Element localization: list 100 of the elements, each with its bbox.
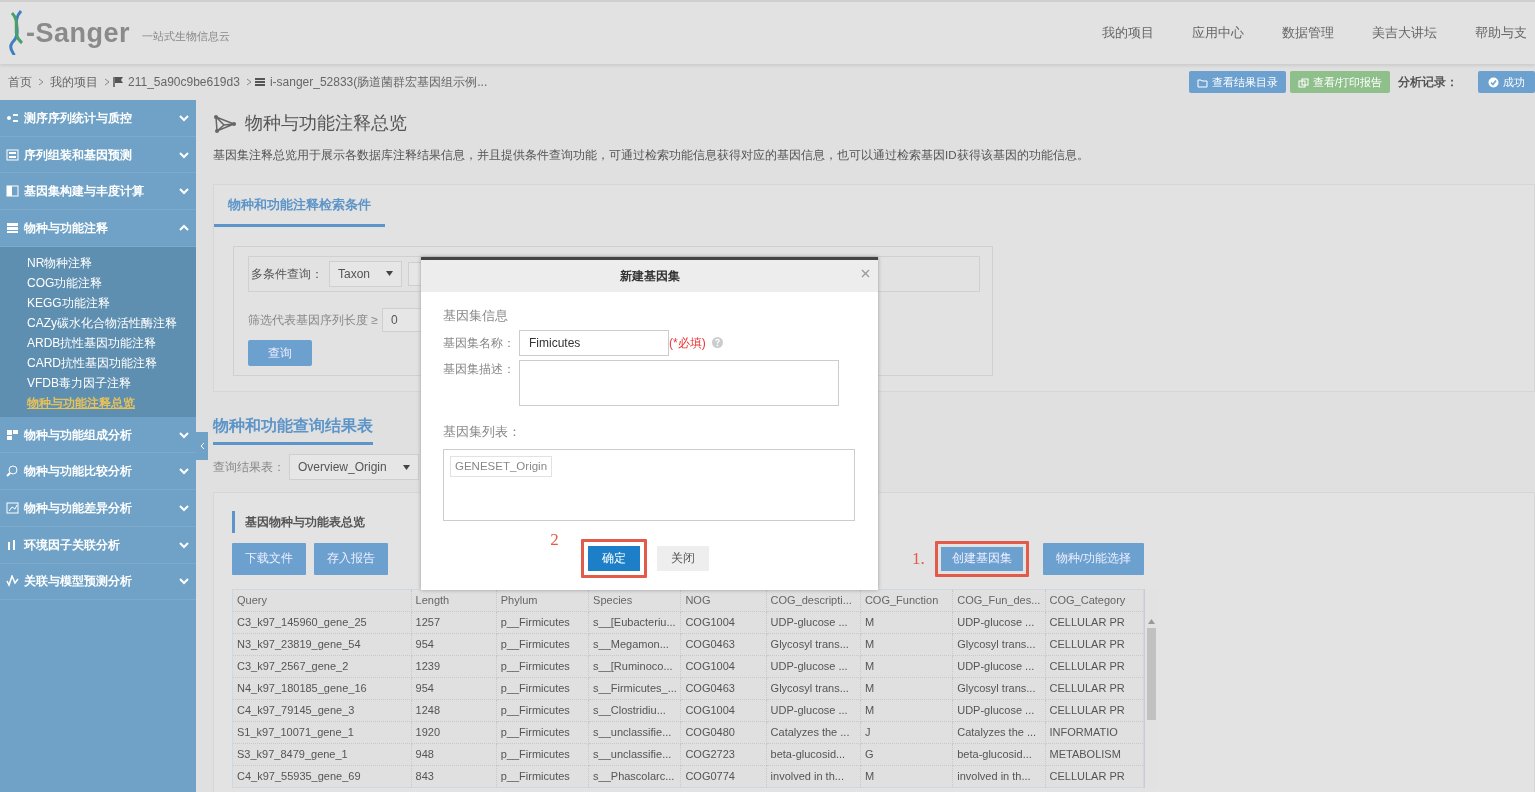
step-number: 1. [912,548,925,571]
menu-section-icon [6,575,19,588]
scroll-up-icon [1148,618,1155,624]
table-cell: s__[Eubacteriu... [588,611,681,633]
nav-link[interactable]: 应用中心 [1192,23,1244,43]
table-action-button[interactable]: 下载文件 [232,543,306,575]
table-action-button[interactable]: 存入报告 [314,543,388,575]
confirm-button[interactable]: 确定 [580,539,647,579]
table-cell: UDP-glucose ... [952,699,1046,721]
chevron-down-icon [178,576,190,587]
sidebar-item[interactable]: 物种与功能比较分析 [0,453,196,491]
table-cell: p__Firmicutes [496,699,589,721]
table-cell: 1257 [411,611,497,633]
table-cell: p__Firmicutes [496,611,589,633]
table-cell: Glycosyl trans... [952,677,1046,699]
sidebar-subitem[interactable]: COG功能注释 [0,272,196,293]
breadcrumb-link[interactable]: 我的项目 [50,73,98,91]
table-cell: UDP-glucose ... [952,611,1046,633]
sidebar-item[interactable]: 物种与功能注释 [0,210,196,247]
gene-set-tag[interactable]: GENESET_Origin [450,456,553,478]
gene-set-list[interactable]: GENESET_Origin [443,449,855,521]
table-cell: s__Megamon... [588,633,681,655]
table-cell: Catalyzes the ... [952,721,1046,743]
collapse-handle[interactable] [196,432,208,460]
table-cell: UDP-glucose ... [766,611,861,633]
table-cell: 954 [411,677,497,699]
table-cell: M [860,699,953,721]
table-action-button[interactable]: 创建基因集 [934,541,1029,577]
table-cell: COG0480 [680,721,767,743]
table-cell: C3_k97_145960_gene_25 [232,611,412,633]
table-cell: M [860,677,953,699]
breadcrumb-link[interactable]: i-sanger_52833(肠道菌群宏基因组示例... [269,73,488,91]
menu-section-icon [6,221,19,234]
search-tab[interactable]: 物种和功能注释检索条件 [214,185,385,227]
sidebar-item[interactable]: 环境因子关联分析 [0,526,196,564]
chevron-down-icon [178,429,190,440]
sidebar-item[interactable]: 物种与功能组成分析 [0,416,196,454]
sidebar-item[interactable]: 物种与功能差异分析 [0,490,196,527]
copy-icon [1297,77,1309,88]
sidebar-subitem[interactable]: NR物种注释 [0,252,196,273]
nav-link[interactable]: 帮助与支 [1475,23,1527,43]
taxon-select[interactable]: Taxon [329,260,403,287]
table-cell: s__Firmicutes_... [588,677,681,699]
sidebar-item[interactable]: 测序序列统计与质控 [0,100,196,137]
chevron-down-icon [178,149,190,160]
nav-link[interactable]: 数据管理 [1282,23,1334,43]
table-cell: UDP-glucose ... [952,655,1046,677]
table-cell: COG0463 [680,677,767,699]
table-cell: Glycosyl trans... [952,633,1046,655]
chevron-icon [102,77,112,87]
chevron-down-icon [178,502,190,513]
table-cell: p__Firmicutes [496,743,589,765]
sidebar-item[interactable]: 关联与模型预测分析 [0,563,196,601]
chevron-up-icon [178,222,190,233]
helix-logo-icon [8,9,26,57]
results-folder-button[interactable]: 查看结果目录 [1188,70,1286,94]
sidebar-subitem[interactable]: VFDB毒力因子注释 [0,372,196,393]
sidebar-subitem[interactable]: 物种与功能注释总览 [0,392,196,413]
chevron-down-icon [178,112,190,123]
column-header[interactable]: COG_Fun_des... [952,589,1046,611]
menu-section-icon [6,148,19,161]
sidebar-item[interactable]: 基因集构建与丰度计算 [0,173,196,211]
table-cell: 1920 [411,721,497,743]
name-input[interactable]: Fimicutes [519,329,669,356]
multi-query-label: 多条件查询： [251,265,323,283]
results-select-label: 查询结果表： [213,459,285,477]
table-action-button[interactable]: 物种/功能选择 [1042,543,1144,575]
results-select[interactable]: Overview_Origin [289,454,419,481]
table-cell: COG1004 [680,655,767,677]
nav-link[interactable]: 美吉大讲坛 [1372,23,1437,43]
table-cell: p__Firmicutes [496,721,589,743]
table-cell: p__Firmicutes [496,655,589,677]
report-button[interactable]: 查看/打印报告 [1289,70,1390,94]
breadcrumb-link[interactable]: 211_5a90c9be619d3 [128,73,240,91]
table-cell: M [860,655,953,677]
sidebar-subitem[interactable]: CAZy碳水化合物活性酶注释 [0,312,196,333]
nav-link[interactable]: 我的项目 [1102,23,1154,43]
chevron-down-icon [178,186,190,197]
sidebar-subitem[interactable]: CARD抗性基因功能注释 [0,352,196,373]
status-button[interactable]: 成功 [1478,70,1535,94]
query-button[interactable]: 查询 [248,339,312,366]
chevron-down-icon [178,539,190,550]
close-dialog-button[interactable]: 关闭 [656,546,709,572]
table-cell: C4_k97_79145_gene_3 [232,699,412,721]
table-cell: J [860,721,953,743]
sidebar-subitem[interactable]: KEGG功能注释 [0,292,196,313]
scroll-thumb[interactable] [1147,627,1156,720]
record-label: 分析记录： [1398,74,1458,91]
table-cell: p__Firmicutes [496,677,589,699]
tagline: 一站式生物信息云 [142,28,231,44]
table-cell: COG1004 [680,611,767,633]
sidebar-item[interactable]: 序列组装和基因预测 [0,136,196,174]
table-cell: UDP-glucose ... [766,699,861,721]
column-header[interactable]: Query [232,589,412,611]
table-cell: Glycosyl trans... [766,633,861,655]
sidebar-subitem[interactable]: ARDB抗性基因功能注释 [0,332,196,353]
help-icon [711,337,723,348]
description-input[interactable] [519,359,839,406]
table-cell: COG0463 [680,633,767,655]
breadcrumb-link[interactable]: 首页 [8,73,32,91]
